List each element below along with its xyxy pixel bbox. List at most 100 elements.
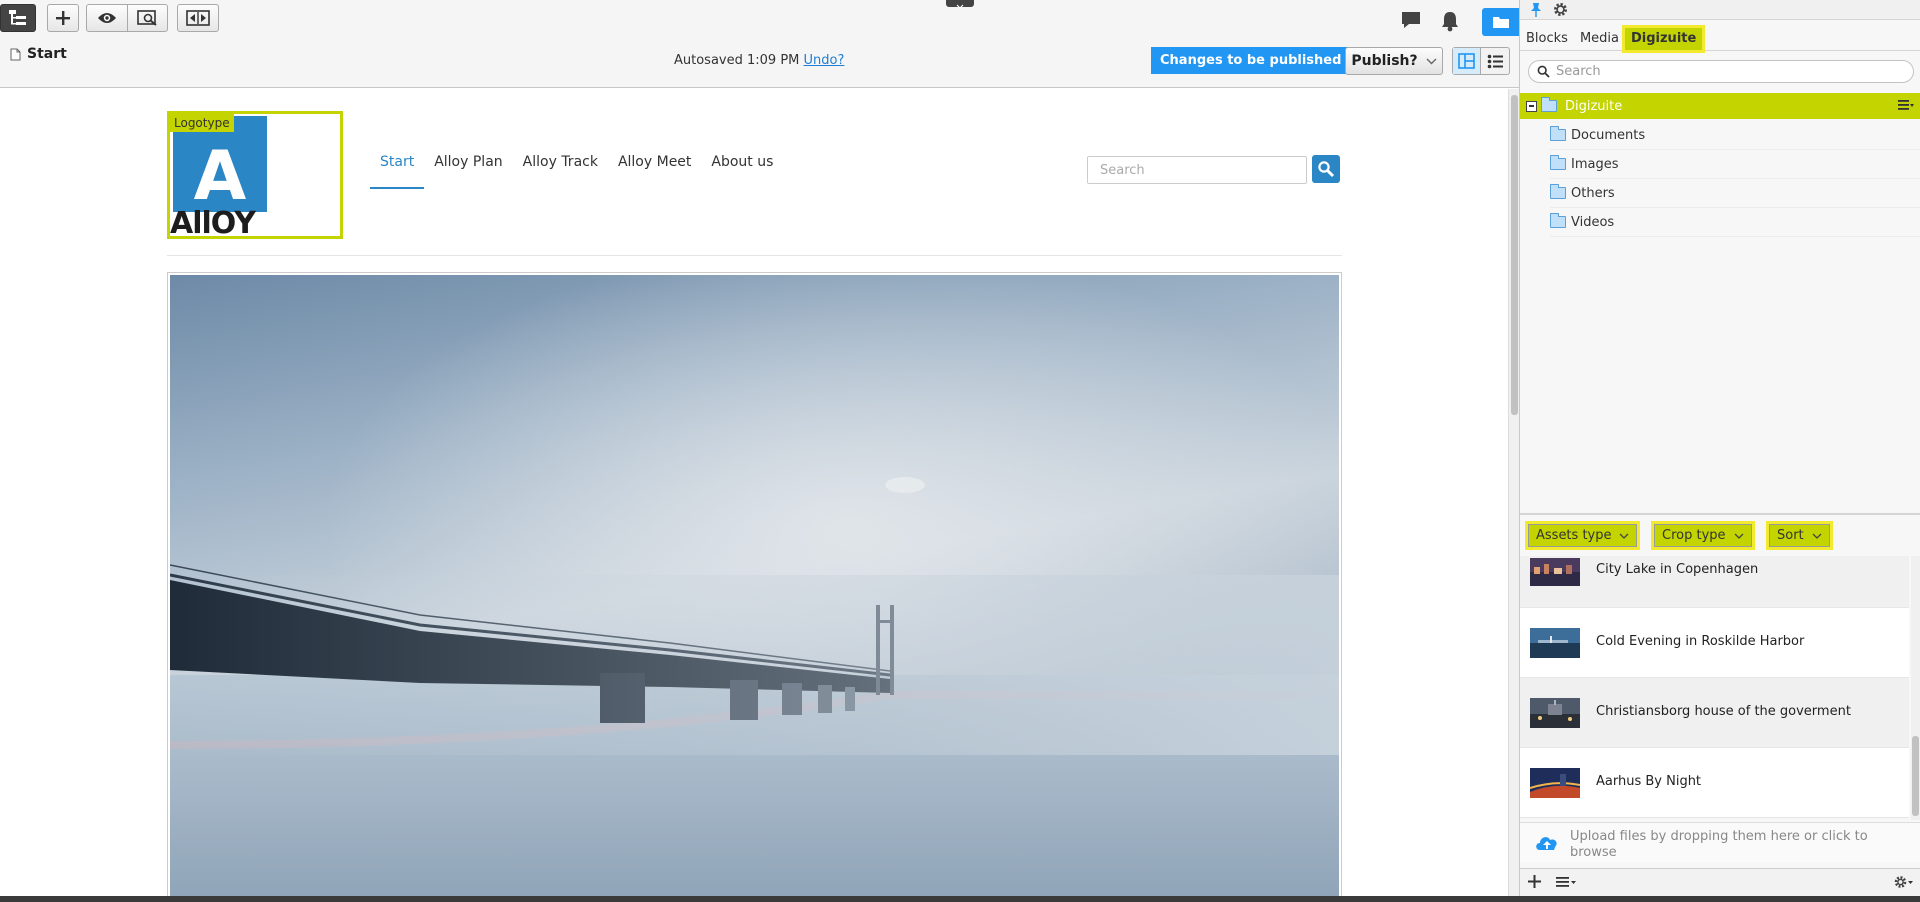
search-icon bbox=[1318, 161, 1335, 178]
comments-button[interactable] bbox=[1400, 10, 1422, 34]
crop-type-filter[interactable]: Crop type bbox=[1654, 524, 1752, 547]
asset-list-scrollbar-thumb[interactable] bbox=[1912, 736, 1919, 816]
chevron-down-icon bbox=[956, 4, 964, 9]
page-tree-button[interactable] bbox=[0, 4, 36, 32]
nav-start[interactable]: Start bbox=[370, 153, 425, 189]
breadcrumb-label: Start bbox=[27, 46, 67, 62]
chevron-down-icon bbox=[1426, 58, 1437, 64]
asset-list-scrollbar[interactable] bbox=[1911, 556, 1920, 820]
preview-scrollbar-thumb[interactable] bbox=[1511, 95, 1518, 415]
cloud-upload-icon bbox=[1536, 837, 1557, 850]
pin-button[interactable] bbox=[1530, 2, 1542, 21]
logotype-block[interactable]: Logotype A AllOY bbox=[167, 111, 343, 239]
tree-item-images[interactable]: Images bbox=[1550, 150, 1920, 179]
tree-root-digizuite[interactable]: Digizuite bbox=[1520, 93, 1920, 119]
toolbar-collapse-tab[interactable] bbox=[946, 0, 974, 9]
logotype-label: Logotype bbox=[170, 114, 234, 132]
autosave-status: Autosaved 1:09 PM Undo? bbox=[674, 53, 844, 68]
context-menu-button[interactable] bbox=[1898, 99, 1914, 115]
alloy-logo-word: AllOY bbox=[170, 206, 256, 241]
chevron-down-icon bbox=[1812, 533, 1822, 539]
filter-label: Crop type bbox=[1662, 528, 1726, 543]
tree-item-videos[interactable]: Videos bbox=[1550, 208, 1920, 237]
filter-label: Sort bbox=[1777, 528, 1804, 543]
eye-icon bbox=[98, 13, 116, 23]
nav-about-us[interactable]: About us bbox=[701, 153, 783, 189]
asset-item[interactable]: Christiansborg house of the goverment bbox=[1520, 678, 1909, 748]
tree-item-documents[interactable]: Documents bbox=[1550, 121, 1920, 150]
assets-panel-toggle[interactable] bbox=[1482, 8, 1519, 36]
assets-type-filter[interactable]: Assets type bbox=[1528, 524, 1638, 547]
panel-search-input[interactable]: Search bbox=[1528, 60, 1914, 83]
tree-root-label: Digizuite bbox=[1565, 98, 1623, 114]
folder-icon bbox=[1550, 213, 1566, 228]
folder-icon bbox=[1550, 184, 1566, 199]
menu-icon bbox=[1898, 100, 1914, 110]
folder-icon bbox=[1541, 97, 1557, 112]
asset-item[interactable]: City Lake in Copenhagen bbox=[1520, 556, 1909, 608]
autosave-text: Autosaved 1:09 PM bbox=[674, 53, 800, 68]
tree-item-label: Images bbox=[1571, 156, 1619, 172]
preview-button[interactable] bbox=[87, 5, 127, 31]
preview-size-button[interactable] bbox=[127, 5, 167, 31]
edit-view-group bbox=[1452, 47, 1510, 75]
asset-thumbnail bbox=[1530, 558, 1580, 586]
asset-item[interactable]: Cold Evening in Roskilde Harbor bbox=[1520, 608, 1909, 678]
panel-menu-button[interactable] bbox=[1556, 876, 1576, 892]
tab-blocks[interactable]: Blocks bbox=[1520, 28, 1574, 50]
all-properties-button[interactable] bbox=[1481, 48, 1509, 74]
panel-header bbox=[1520, 0, 1920, 20]
collapse-toggle[interactable] bbox=[1526, 100, 1537, 112]
site-search-input[interactable]: Search bbox=[1087, 156, 1307, 184]
breadcrumb[interactable]: Start bbox=[10, 46, 67, 62]
footer-settings-button[interactable] bbox=[1894, 875, 1914, 893]
sort-filter[interactable]: Sort bbox=[1769, 524, 1830, 547]
plus-icon bbox=[1528, 875, 1541, 888]
upload-text: Upload files by dropping them here or cl… bbox=[1570, 829, 1868, 860]
layout-icon bbox=[1458, 53, 1475, 69]
nav-alloy-plan[interactable]: Alloy Plan bbox=[424, 153, 512, 189]
on-page-edit-button[interactable] bbox=[1453, 48, 1482, 74]
undo-link[interactable]: Undo? bbox=[804, 53, 845, 68]
compare-icon bbox=[186, 10, 210, 26]
header-divider bbox=[167, 255, 1342, 256]
asset-title: Christiansborg house of the goverment bbox=[1596, 704, 1851, 719]
asset-list: City Lake in Copenhagen Cold Evening in … bbox=[1520, 556, 1909, 820]
nav-alloy-meet[interactable]: Alloy Meet bbox=[608, 153, 701, 189]
panel-search-placeholder: Search bbox=[1556, 64, 1601, 79]
panel-footer bbox=[1520, 868, 1920, 896]
preview-icon bbox=[136, 10, 157, 26]
folder-icon bbox=[1550, 126, 1566, 141]
comment-icon bbox=[1402, 12, 1420, 28]
asset-title: Cold Evening in Roskilde Harbor bbox=[1596, 634, 1805, 649]
menu-icon bbox=[1556, 877, 1576, 887]
assets-panel: Blocks Media Digizuite Search Digizuite … bbox=[1519, 0, 1920, 896]
hero-image-block[interactable] bbox=[167, 272, 1342, 896]
tree-item-label: Videos bbox=[1571, 214, 1615, 230]
preview-scrollbar[interactable] bbox=[1508, 89, 1519, 896]
page-icon bbox=[10, 48, 21, 60]
gear-icon bbox=[1554, 3, 1567, 16]
asset-title: Aarhus By Night bbox=[1596, 774, 1702, 789]
add-asset-button[interactable] bbox=[1528, 875, 1541, 892]
tab-media[interactable]: Media bbox=[1574, 28, 1625, 50]
site-navigation: Start Alloy Plan Alloy Track Alloy Meet … bbox=[370, 153, 783, 189]
site-search-placeholder: Search bbox=[1100, 162, 1145, 178]
nav-alloy-track[interactable]: Alloy Track bbox=[513, 153, 608, 189]
site-search-button[interactable] bbox=[1312, 155, 1340, 183]
tree-icon bbox=[9, 10, 26, 25]
compare-button[interactable] bbox=[177, 4, 219, 32]
publish-button[interactable]: Publish? bbox=[1345, 47, 1443, 75]
asset-thumbnail bbox=[1530, 698, 1580, 728]
tree-item-others[interactable]: Others bbox=[1550, 179, 1920, 208]
tab-digizuite[interactable]: Digizuite bbox=[1624, 28, 1703, 50]
folder-icon bbox=[1550, 155, 1566, 170]
panel-settings-button[interactable] bbox=[1553, 2, 1568, 21]
page-preview: Logotype A AllOY Start Alloy Plan Alloy … bbox=[0, 89, 1508, 896]
notifications-button[interactable] bbox=[1440, 10, 1460, 36]
plus-icon bbox=[56, 11, 70, 25]
upload-dropzone[interactable]: Upload files by dropping them here or cl… bbox=[1520, 822, 1920, 862]
add-button[interactable] bbox=[47, 4, 79, 32]
asset-item[interactable]: Aarhus By Night bbox=[1520, 748, 1909, 818]
panel-splitter[interactable] bbox=[1520, 513, 1920, 515]
